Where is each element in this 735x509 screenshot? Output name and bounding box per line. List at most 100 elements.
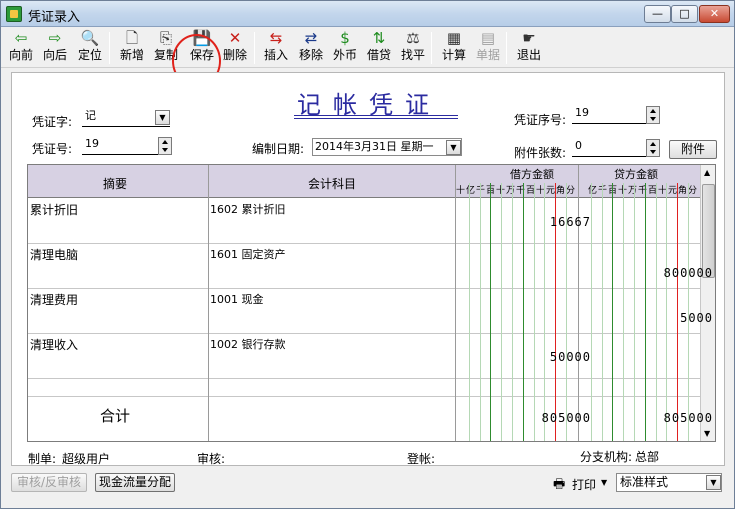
title-underline: [294, 115, 458, 116]
locate-icon: 🔍: [80, 29, 100, 47]
toolbar-separator: [506, 32, 507, 64]
cashflow-button[interactable]: 现金流量分配: [95, 473, 175, 492]
toolbar-button-copy[interactable]: ⎘ 复制: [150, 28, 182, 68]
branch-value: 总部: [635, 450, 660, 464]
toolbar-button-arrow-left[interactable]: ⇦ 向前: [5, 28, 37, 68]
spin-arrows-icon[interactable]: [158, 137, 172, 155]
maximize-button[interactable]: □: [671, 5, 698, 23]
table-row[interactable]: [28, 289, 700, 334]
date-value: 2014年3月31日 星期一: [315, 140, 434, 153]
digit-line: [544, 183, 545, 441]
toolbar-button-save[interactable]: 💾 保存: [185, 28, 219, 68]
minimize-button[interactable]: —: [644, 5, 671, 23]
copy-icon: ⎘: [159, 29, 172, 47]
voucher-word-select[interactable]: 记 ▼: [82, 109, 170, 127]
spin-arrows-icon[interactable]: [646, 106, 660, 124]
print-style-select[interactable]: 标准样式 ▼: [616, 473, 722, 492]
toolbar-label: 找平: [400, 48, 425, 62]
total-credit: 805000: [663, 411, 713, 425]
printer-icon[interactable]: 🖶: [553, 475, 565, 497]
toolbar-separator: [431, 32, 432, 64]
toolbar-button-currency[interactable]: $ 外币: [329, 28, 361, 68]
voucher-entry-window: 凭证录入 — □ ✕ ⇦ 向前 ⇨ 向后 🔍 定位 🗋 新增 ⎘ 复制 💾 保存 ✕ 删除 ⇆ 插入 ⇄ 移除 $ 外…: [0, 0, 735, 509]
attach-button[interactable]: 附件: [669, 140, 717, 159]
review-toggle-button[interactable]: 审核/反审核: [11, 473, 87, 492]
row-summary[interactable]: 累计折旧: [30, 201, 78, 218]
voucher-seq-label: 凭证序号:: [514, 113, 567, 127]
table-row[interactable]: [28, 244, 700, 289]
toolbar-button-debit-credit[interactable]: ⇅ 借贷: [363, 28, 395, 68]
close-button[interactable]: ✕: [699, 5, 730, 23]
row-account[interactable]: 1602 累计折旧: [210, 201, 286, 217]
chevron-down-icon[interactable]: ▼: [155, 110, 170, 125]
maker-value: 超级用户: [62, 452, 111, 466]
digit-line: [656, 183, 657, 441]
title-underline-2: [294, 118, 458, 119]
scroll-up-icon[interactable]: ▲: [704, 168, 710, 177]
digit-line: [634, 183, 635, 441]
new-doc-icon: 🗋: [125, 29, 139, 47]
vertical-scrollbar[interactable]: ▲ ▼: [700, 165, 715, 441]
chevron-down-icon[interactable]: ▼: [706, 475, 721, 490]
column-divider: [455, 165, 456, 441]
toolbar-label: 借贷: [366, 48, 391, 62]
toolbar-label: 保存: [189, 48, 214, 62]
scroll-down-icon[interactable]: ▼: [704, 429, 710, 438]
chevron-down-icon[interactable]: ▼: [601, 478, 607, 487]
voucher-word-label: 凭证字:: [32, 115, 73, 129]
voucher-num-label: 凭证号:: [32, 142, 73, 156]
toolbar-button-insert[interactable]: ⇆ 插入: [260, 28, 292, 68]
digit-line: [602, 183, 603, 441]
toolbar-button-exit[interactable]: ☛ 退出: [513, 28, 545, 68]
digit-line: [666, 183, 667, 441]
toolbar-label: 定位: [77, 48, 102, 62]
row-account[interactable]: 1001 现金: [210, 291, 264, 307]
row-debit[interactable]: 50000: [550, 350, 591, 364]
date-picker[interactable]: 2014年3月31日 星期一 ▼: [312, 138, 462, 156]
title-bar: 凭证录入 — □ ✕: [1, 1, 734, 27]
maker-label: 制单:: [28, 452, 57, 466]
toolbar-button-calculator[interactable]: ▦ 计算: [438, 28, 470, 68]
row-debit[interactable]: 16667: [550, 215, 591, 229]
digit-line: [645, 183, 646, 441]
toolbar-button-document[interactable]: ▤ 单据: [472, 28, 504, 68]
chevron-down-icon[interactable]: ▼: [446, 140, 461, 155]
toolbar-button-delete[interactable]: ✕ 删除: [221, 28, 249, 68]
voucher-num-spinner[interactable]: 19: [82, 137, 172, 155]
spin-arrows-icon[interactable]: [646, 139, 660, 157]
header-credit: 贷方金额: [614, 168, 658, 181]
row-summary[interactable]: 清理收入: [30, 336, 78, 353]
post-label: 登帐:: [407, 452, 436, 466]
toolbar-button-remove[interactable]: ⇄ 移除: [295, 28, 327, 68]
voucher-seq-value: 19: [575, 106, 589, 119]
toolbar-button-balance[interactable]: ⚖ 找平: [397, 28, 429, 68]
attach-count-spinner[interactable]: 0: [572, 139, 660, 157]
row-summary[interactable]: 清理费用: [30, 291, 78, 308]
header-debit: 借方金额: [510, 168, 554, 181]
window-title: 凭证录入: [28, 10, 81, 25]
voucher-word-value: 记: [85, 109, 96, 122]
toolbar-button-locate[interactable]: 🔍 定位: [74, 28, 106, 68]
row-credit[interactable]: 800000: [664, 266, 713, 280]
total-debit: 805000: [541, 411, 591, 425]
toolbar-button-arrow-right[interactable]: ⇨ 向后: [39, 28, 71, 68]
table-row[interactable]: [28, 199, 700, 244]
row-account[interactable]: 1601 固定资产: [210, 246, 286, 262]
table-row[interactable]: [28, 379, 700, 397]
print-style-value: 标准样式: [620, 475, 669, 489]
save-icon: 💾: [192, 29, 212, 47]
voucher-seq-spinner[interactable]: 19: [572, 106, 660, 124]
row-account[interactable]: 1002 银行存款: [210, 336, 286, 352]
table-row[interactable]: [28, 334, 700, 379]
row-credit[interactable]: 5000: [680, 311, 713, 325]
document-icon: ▤: [480, 29, 496, 47]
row-summary[interactable]: 清理电脑: [30, 246, 78, 263]
app-icon: [6, 6, 22, 22]
total-label: 合计: [100, 407, 131, 425]
toolbar-label: 计算: [441, 48, 466, 62]
digit-line: [591, 183, 592, 441]
toolbar-separator: [109, 32, 110, 64]
scroll-thumb[interactable]: [702, 184, 715, 278]
toolbar-button-new-doc[interactable]: 🗋 新增: [116, 28, 148, 68]
print-button[interactable]: 打印: [572, 476, 596, 493]
